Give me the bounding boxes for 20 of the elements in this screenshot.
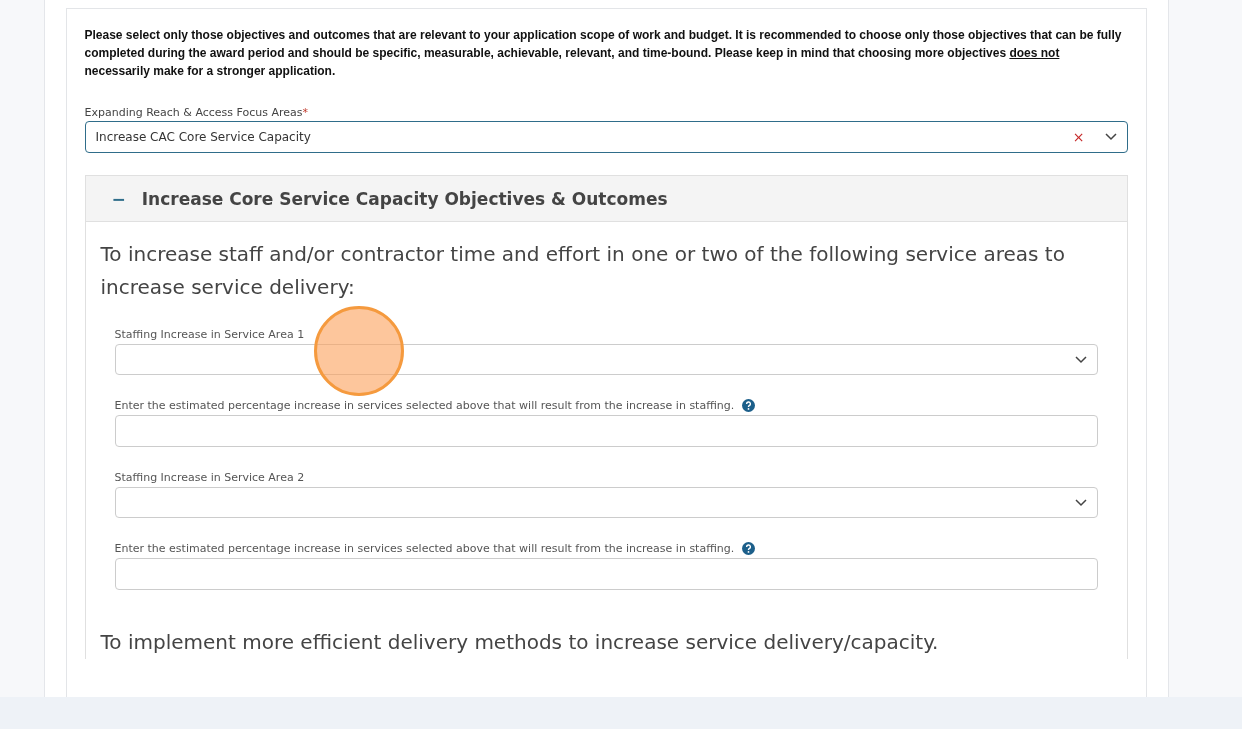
help-icon[interactable] — [742, 542, 756, 555]
input-field[interactable] — [114, 415, 1098, 447]
help-icon[interactable] — [742, 399, 756, 412]
section-heading: To implement more efficient delivery methods to increase service delivery/capacity. — [100, 629, 940, 656]
field-label: Staffing Increase in Service Area 2 — [114, 471, 305, 484]
dropdown-field[interactable] — [114, 487, 1098, 518]
chevron-down-icon — [1104, 133, 1117, 141]
section-heading: To increase staff and/or contractor time and effort in one or two of the following service areas to increase service delivery: — [100, 241, 1066, 301]
focus-area-select[interactable]: Increase CAC Core Service Capacity × — [84, 121, 1128, 153]
instructions-text: Please select only those objectives and outcomes that are relevant to your application scope of work and budget. It is recommended to choose only those objectives that can be fully completed during the award period and should be specific, measurable, achievable, relevant, and time-bound. Please keep in mind that choosing more objectives does not necessarily make for a stronger application. — [84, 27, 1123, 80]
input-field[interactable] — [114, 558, 1098, 590]
field-label: Enter the estimated percentage increase in services selected above that will result from the increase in staffing. — [114, 399, 735, 412]
dropdown-field[interactable] — [114, 344, 1098, 375]
field-label: Enter the estimated percentage increase in services selected above that will result from the increase in staffing. — [114, 542, 735, 555]
chevron-down-icon — [1074, 355, 1087, 364]
field-label: Staffing Increase in Service Area 1 — [114, 328, 305, 341]
accordion-header[interactable]: − Increase Core Service Capacity Objectives & Outcomes — [85, 176, 1127, 222]
chevron-down-icon — [1074, 498, 1087, 507]
field-label: Expanding Reach & Access Focus Areas* — [84, 106, 309, 119]
clear-icon[interactable]: × — [1072, 129, 1085, 145]
